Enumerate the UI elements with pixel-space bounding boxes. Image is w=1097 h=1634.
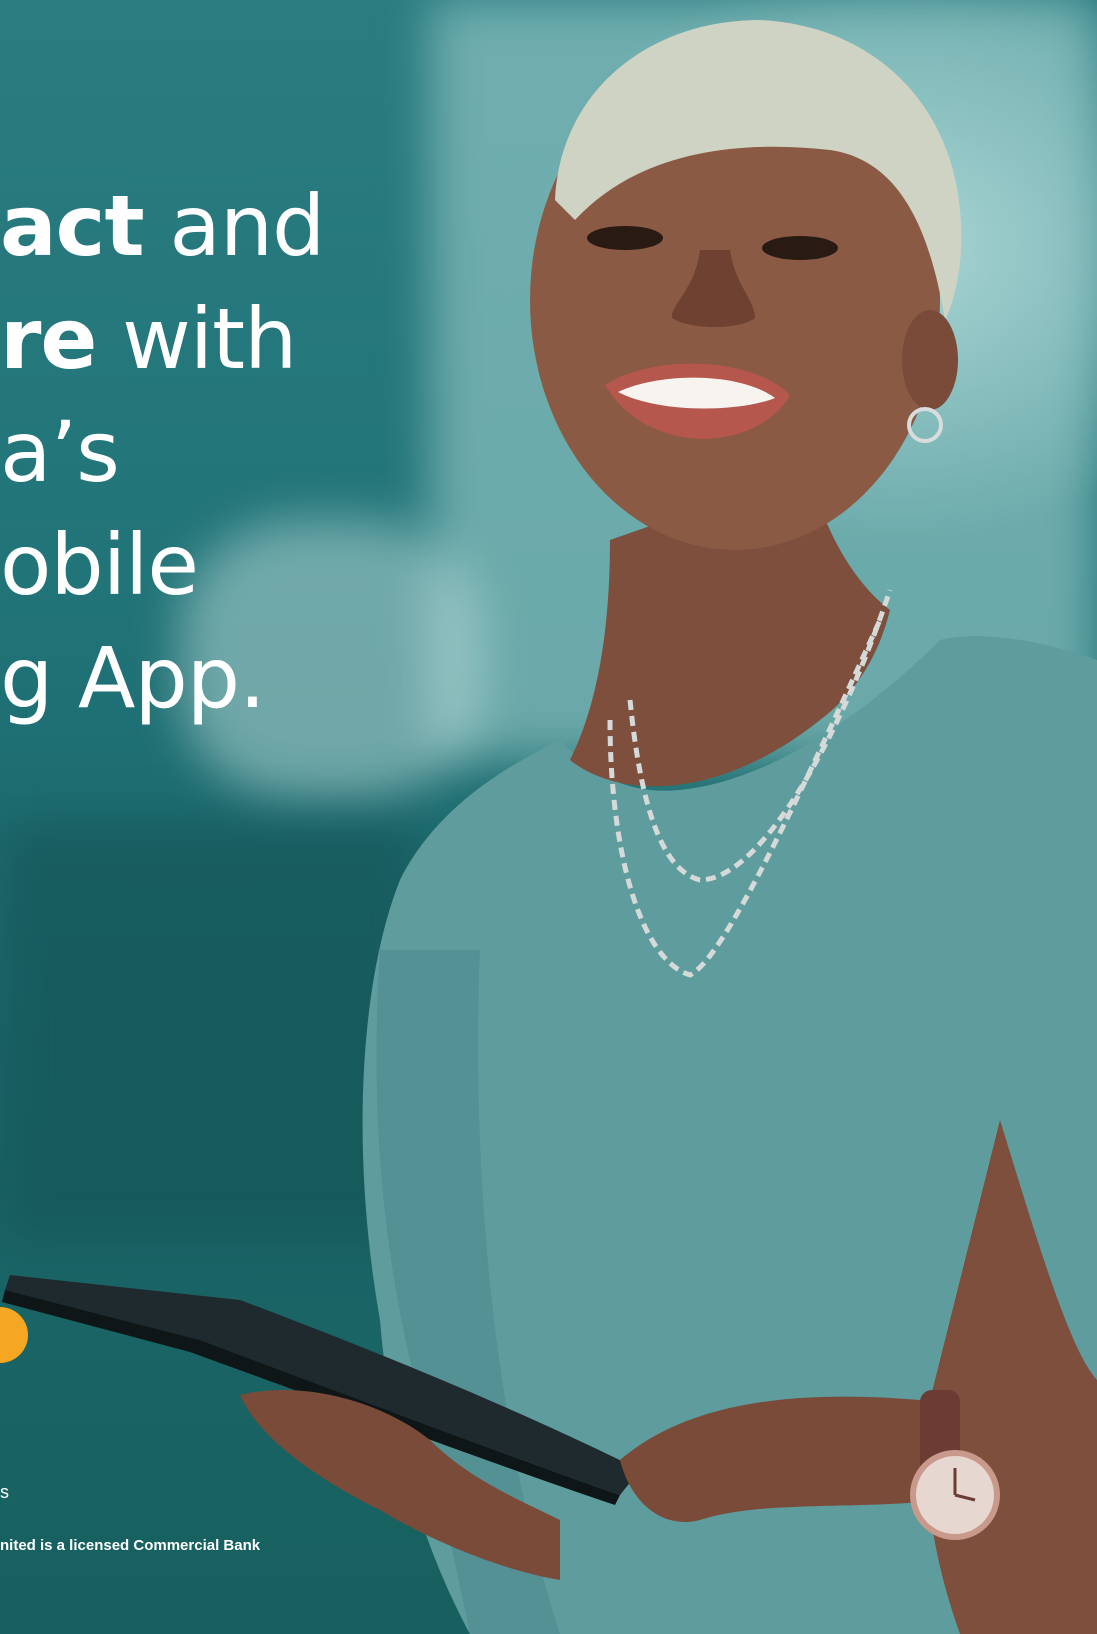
headline-line-2-rest: with bbox=[96, 290, 297, 388]
headline-line-2-bold: re bbox=[0, 290, 97, 388]
headline-line-1-bold: act bbox=[0, 177, 145, 275]
headline-line-5: g App. bbox=[0, 629, 266, 727]
footer-small-letter: s bbox=[0, 1482, 9, 1502]
headline-line-2: re with bbox=[0, 283, 297, 396]
headline-line-3: a’s bbox=[0, 403, 120, 501]
left-eye bbox=[587, 226, 663, 250]
headline-line-1: act and bbox=[0, 170, 325, 283]
earring-icon bbox=[907, 407, 943, 443]
footer-disclaimer: nited is a licensed Commercial Bank bbox=[0, 1537, 261, 1554]
right-eye bbox=[762, 236, 838, 260]
ear-shape bbox=[902, 310, 958, 410]
headline-line-1-rest: and bbox=[143, 177, 325, 275]
headline-line-4: obile bbox=[0, 516, 199, 614]
advert-banner: act and re with a’s obile g App. s nited… bbox=[0, 0, 1097, 1634]
